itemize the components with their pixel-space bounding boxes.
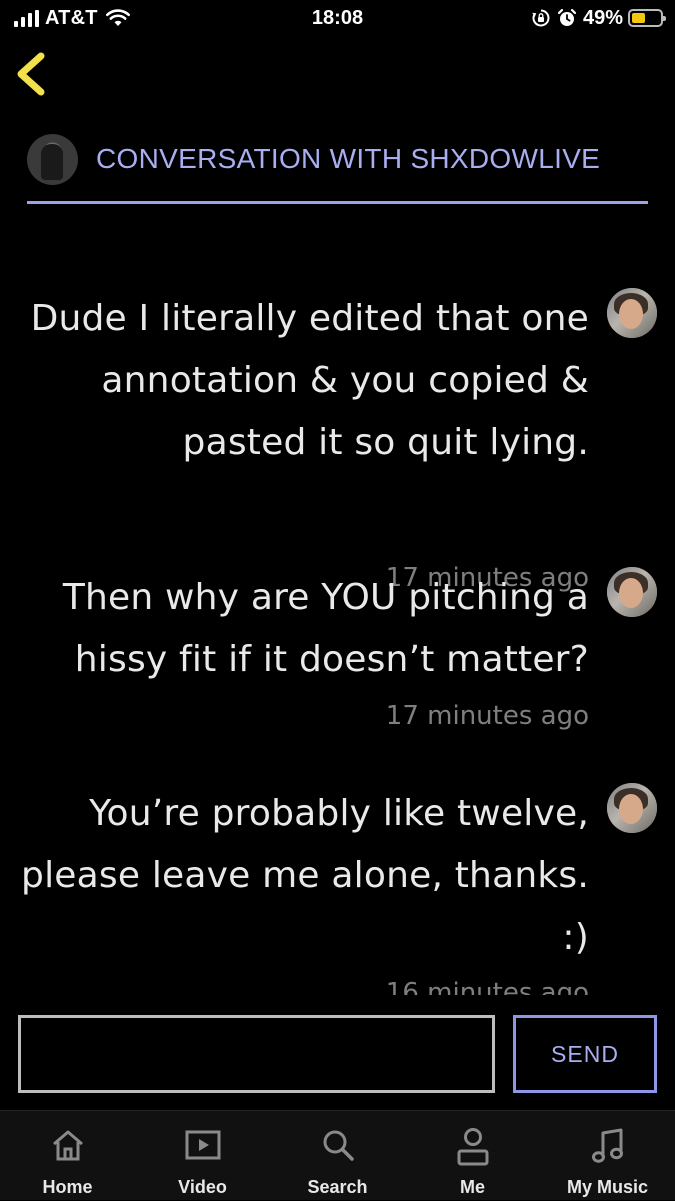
avatar[interactable] (27, 134, 78, 185)
home-icon (52, 1130, 83, 1161)
tab-video[interactable]: Video (135, 1111, 270, 1201)
alarm-icon (557, 8, 577, 26)
music-note-icon (591, 1128, 623, 1163)
message-text: Then why are YOU pitching a hissy fit if… (62, 577, 589, 680)
message-input[interactable] (18, 1015, 495, 1093)
avatar[interactable] (607, 567, 657, 617)
tab-bar: Home Video Search Me My Music (0, 1110, 675, 1200)
battery-percent: 49% (582, 6, 623, 29)
message-timestamp: 16 minutes ago (385, 978, 589, 995)
person-icon (457, 1128, 488, 1166)
avatar[interactable] (607, 783, 657, 833)
tab-me[interactable]: Me (405, 1111, 540, 1201)
battery-icon (628, 9, 666, 27)
tab-home[interactable]: Home (0, 1111, 135, 1201)
video-icon (185, 1130, 220, 1160)
message-text: You’re probably like twelve, please leav… (21, 793, 589, 958)
search-icon (323, 1130, 354, 1161)
orientation-lock-icon (532, 9, 550, 27)
tab-label: Video (178, 1177, 227, 1197)
status-right: 49% (531, 5, 666, 31)
tab-label: Search (307, 1177, 368, 1197)
tab-label: Me (459, 1177, 485, 1197)
page-title: CONVERSATION WITH SHXDOWLIVE (96, 143, 601, 174)
battery-level (632, 13, 645, 23)
back-button[interactable] (12, 50, 52, 98)
tab-search[interactable]: Search (270, 1111, 405, 1201)
avatar[interactable] (607, 288, 657, 338)
conversation-header: CONVERSATION WITH SHXDOWLIVE (27, 134, 648, 204)
tab-my-music[interactable]: My Music (540, 1111, 675, 1201)
tab-label: Home (42, 1177, 93, 1197)
status-bar: AT&T 18:08 49% (0, 0, 675, 40)
message-list[interactable]: Dude I literally edited that one annotat… (0, 205, 675, 995)
message-timestamp: 17 minutes ago (385, 701, 589, 731)
tab-label: My Music (566, 1177, 649, 1197)
message-text: Dude I literally edited that one annotat… (30, 298, 589, 463)
send-button[interactable]: SEND (513, 1015, 657, 1093)
chevron-left-icon (17, 52, 45, 96)
